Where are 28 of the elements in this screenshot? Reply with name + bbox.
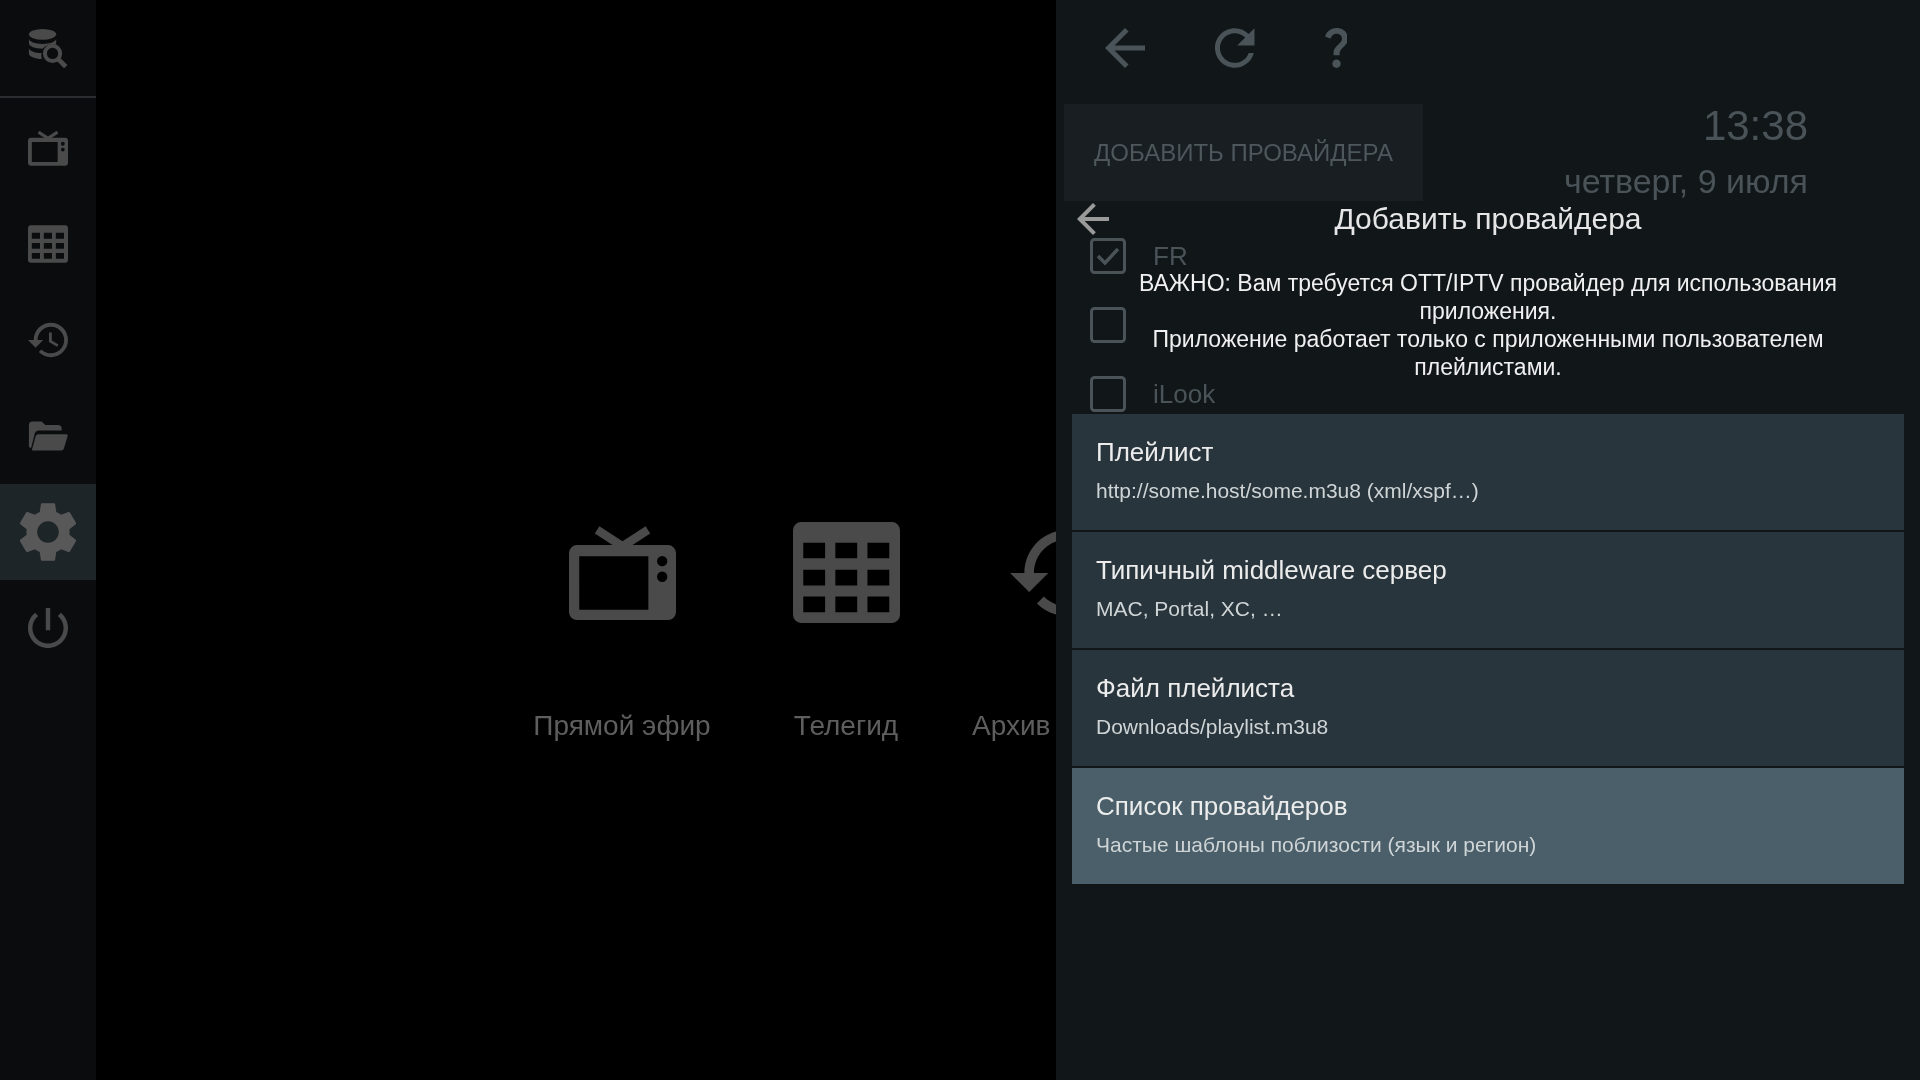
checkbox[interactable] xyxy=(1090,376,1126,412)
option-item[interactable]: Файл плейлиста Downloads/playlist.m3u8 xyxy=(1072,650,1904,766)
tv-icon xyxy=(568,525,676,620)
option-item[interactable]: Плейлист http://some.host/some.m3u8 (xml/xspf…) xyxy=(1072,414,1904,530)
home-menu-item[interactable]: Прямой эфир xyxy=(510,522,734,744)
power-icon xyxy=(28,608,68,648)
provider-name: FR xyxy=(1153,244,1188,268)
checked-checkbox[interactable] xyxy=(1090,238,1126,274)
option-item[interactable]: Типичный middleware сервер MAC, Portal, XC, … xyxy=(1072,532,1904,648)
grid-icon xyxy=(28,224,68,264)
provider-name: iLook xyxy=(1153,382,1216,406)
history-icon xyxy=(28,320,68,360)
option-item[interactable]: Список провайдеров Частые шаблоны поблизости (язык и регион) xyxy=(1072,768,1904,884)
settings-icon xyxy=(19,502,77,562)
notice-text: Приложение работает только с приложенными пользователем плейлистами. xyxy=(1151,325,1825,381)
home-menu-item[interactable]: Телегид xyxy=(734,522,958,744)
notice-text: ВАЖНО: Вам требуется OTT/IPTV провайдер для использования приложения. xyxy=(1137,269,1839,325)
clock-text: 13:38 xyxy=(1702,104,1808,148)
database-search-icon xyxy=(28,28,68,68)
dialog-title: Добавить провайдера xyxy=(1334,201,1642,237)
nav-item[interactable] xyxy=(0,484,96,580)
refresh-icon[interactable] xyxy=(1215,28,1255,68)
help-icon[interactable] xyxy=(1325,28,1347,68)
tv-icon xyxy=(28,128,68,168)
date-text: четверг, 9 июля xyxy=(1563,161,1808,201)
back-arrow-icon[interactable] xyxy=(1077,203,1109,235)
grid-icon xyxy=(792,522,900,623)
checkbox[interactable] xyxy=(1090,307,1126,343)
